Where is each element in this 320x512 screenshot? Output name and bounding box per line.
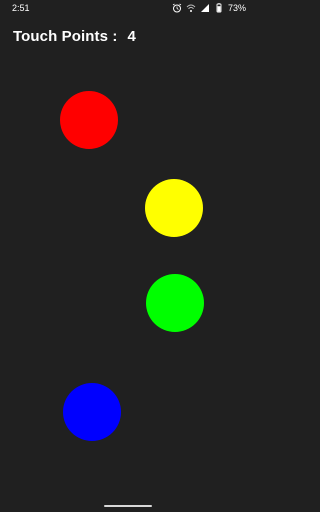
status-time: 2:51 <box>12 3 30 13</box>
touch-points-header: Touch Points : 4 <box>13 28 136 45</box>
battery-icon <box>214 3 224 13</box>
touch-points-count: 4 <box>127 28 136 45</box>
home-indicator[interactable] <box>104 505 152 507</box>
signal-icon <box>200 3 210 13</box>
status-bar: 2:51 73% <box>0 0 256 16</box>
battery-percent: 73% <box>227 2 246 13</box>
status-icons: 73% <box>172 3 246 13</box>
touch-points-label: Touch Points : <box>13 28 118 45</box>
touch-point-green[interactable] <box>146 274 204 332</box>
touch-point-blue[interactable] <box>63 383 121 441</box>
touch-point-yellow[interactable] <box>145 179 203 237</box>
touch-point-red[interactable] <box>60 91 118 149</box>
alarm-icon <box>172 3 182 13</box>
wifi-icon <box>186 3 196 13</box>
screen: 2:51 73% Touch Points: 4 <box>0 0 256 512</box>
